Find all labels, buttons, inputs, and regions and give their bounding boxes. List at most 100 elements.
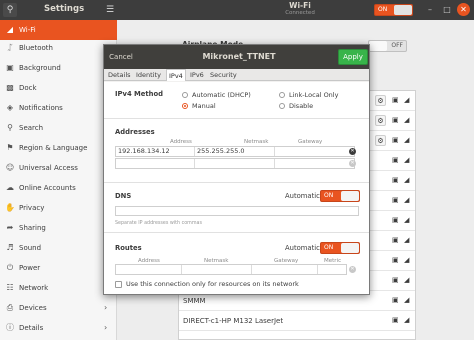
wifi-signal-icon: ◢ <box>404 196 410 204</box>
address-input[interactable] <box>116 159 195 168</box>
dns-automatic-toggle[interactable]: ON <box>320 190 360 202</box>
maximize-icon[interactable]: □ <box>440 3 454 17</box>
wifi-signal-icon: ◢ <box>404 176 410 184</box>
chevron-right-icon: › <box>104 323 108 332</box>
gear-icon[interactable]: ⚙ <box>375 135 386 146</box>
gear-icon[interactable]: ⚙ <box>375 115 386 126</box>
sidebar-item-online-accounts[interactable]: ☁ Online Accounts <box>0 178 117 198</box>
sidebar-item-bluetooth[interactable]: ᛢ Bluetooth <box>0 38 117 58</box>
dialog-tabs: Details Identity IPv4 IPv6 Security <box>104 69 369 81</box>
sidebar-item-label: Sharing <box>19 224 46 232</box>
sidebar-item-universal-access[interactable]: ☺ Universal Access <box>0 158 117 178</box>
dns-hint: Separate IP addresses with commas <box>115 221 202 226</box>
sidebar-item-devices[interactable]: ⎙ Devices › <box>0 298 117 318</box>
lock-icon: ▣ <box>392 96 399 104</box>
app-title: Settings <box>44 4 85 14</box>
sidebar-item-network[interactable]: ☷ Network <box>0 278 117 298</box>
wifi-signal-icon: ◢ <box>404 236 410 244</box>
sidebar-item-background[interactable]: ▣ Background <box>0 58 117 78</box>
sidebar-item-label: Bluetooth <box>19 44 53 52</box>
dns-label: DNS <box>115 192 132 200</box>
wifi-signal-icon: ◢ <box>404 256 410 264</box>
routes-label: Routes <box>115 244 142 252</box>
sidebar-item-details[interactable]: ⓘ Details › <box>0 318 117 338</box>
minimize-icon[interactable]: – <box>423 3 437 17</box>
gateway-input[interactable] <box>275 147 354 156</box>
close-icon[interactable]: ✕ <box>457 3 470 16</box>
gateway-input[interactable] <box>275 159 354 168</box>
dialog-title: Mikronet_TTNET <box>202 52 276 61</box>
cancel-button[interactable]: Cancel <box>106 49 136 65</box>
tab-security[interactable]: Security <box>208 69 239 81</box>
ipv4-page: IPv4 Method Automatic (DHCP) Link-Local … <box>104 82 369 294</box>
radio-disable[interactable] <box>279 103 285 109</box>
tab-identity[interactable]: Identity <box>134 69 163 81</box>
network-row[interactable]: DIRECT-c1-HP M132 LaserJet ▣ ◢ <box>179 311 415 331</box>
airplane-mode-toggle[interactable]: OFF <box>368 40 407 52</box>
tab-ipv6[interactable]: IPv6 <box>188 69 206 81</box>
address-row: 192.168.134.12 255.255.255.0 <box>115 146 355 157</box>
airplane-toggle-label: OFF <box>391 42 403 49</box>
lock-icon: ▣ <box>392 216 399 224</box>
sidebar-item-region-language[interactable]: ⚑ Region & Language <box>0 138 117 158</box>
sidebar-item-label: Wi-Fi <box>19 26 36 34</box>
search-icon: ⚲ <box>7 123 13 132</box>
sidebar-item-power[interactable]: ⏻ Power <box>0 258 117 278</box>
dock-icon: ▩ <box>6 83 14 92</box>
sidebar-item-label: Notifications <box>19 104 63 112</box>
radio-automatic-dhcp-label: Automatic (DHCP) <box>192 91 251 99</box>
search-icon[interactable]: ⚲ <box>3 3 17 17</box>
background-icon: ▣ <box>6 63 14 72</box>
ipv4-method-label: IPv4 Method <box>115 90 164 98</box>
sidebar-item-label: Details <box>19 324 44 332</box>
routes-automatic-toggle[interactable]: ON <box>320 242 360 254</box>
wifi-toggle[interactable]: ON <box>374 4 413 16</box>
sidebar-item-label: Region & Language <box>19 144 88 152</box>
local-only-checkbox[interactable] <box>115 281 122 288</box>
netmask-input[interactable]: 255.255.255.0 <box>195 147 275 156</box>
dns-input[interactable] <box>115 206 359 216</box>
lock-icon: ▣ <box>392 196 399 204</box>
hamburger-menu-icon[interactable]: ☰ <box>103 3 117 17</box>
dns-automatic-label: Automatic <box>285 192 320 200</box>
lock-icon: ▣ <box>392 256 399 264</box>
radio-manual[interactable] <box>182 103 188 109</box>
wifi-signal-icon: ◢ <box>404 116 410 124</box>
address-input[interactable]: 192.168.134.12 <box>116 147 195 156</box>
sidebar-item-notifications[interactable]: ◈ Notifications <box>0 98 117 118</box>
sidebar-item-dock[interactable]: ▩ Dock <box>0 78 117 98</box>
sidebar-item-sharing[interactable]: ➦ Sharing <box>0 218 117 238</box>
radio-link-local[interactable] <box>279 92 285 98</box>
tab-details[interactable]: Details <box>106 69 133 81</box>
route-netmask-input[interactable] <box>182 265 252 274</box>
delete-address-icon[interactable]: ✕ <box>349 148 356 155</box>
routes-automatic-label: Automatic <box>285 244 320 252</box>
lock-icon: ▣ <box>392 176 399 184</box>
radio-disable-label: Disable <box>289 102 314 110</box>
route-address-input[interactable] <box>116 265 182 274</box>
power-icon: ⏻ <box>6 263 14 272</box>
radio-automatic-dhcp[interactable] <box>182 92 188 98</box>
wifi-signal-icon: ◢ <box>404 216 410 224</box>
cloud-icon: ☁ <box>6 183 14 192</box>
sidebar-item-wifi[interactable]: ◢ Wi-Fi <box>0 20 117 40</box>
apply-button[interactable]: Apply <box>338 49 368 65</box>
sidebar-item-label: Devices <box>19 304 47 312</box>
netmask-input[interactable] <box>195 159 275 168</box>
panel-subtitle: Connected <box>285 10 315 16</box>
sidebar-item-search[interactable]: ⚲ Search <box>0 118 117 138</box>
hand-icon: ✋ <box>5 203 15 212</box>
address-column-header: Address <box>170 139 192 145</box>
sidebar-item-label: Sound <box>19 244 42 252</box>
radio-link-local-label: Link-Local Only <box>289 91 339 99</box>
lock-icon: ▣ <box>392 316 399 324</box>
sidebar-item-sound[interactable]: ♬ Sound <box>0 238 117 258</box>
delete-route-icon[interactable]: ✕ <box>349 266 356 273</box>
gear-icon[interactable]: ⚙ <box>375 95 386 106</box>
route-gateway-input[interactable] <box>252 265 318 274</box>
route-metric-input[interactable] <box>318 265 346 274</box>
sidebar-item-privacy[interactable]: ✋ Privacy <box>0 198 117 218</box>
delete-address-icon[interactable]: ✕ <box>349 160 356 167</box>
tab-ipv4[interactable]: IPv4 <box>166 69 186 81</box>
network-name: DIRECT-c1-HP M132 LaserJet <box>183 317 284 325</box>
